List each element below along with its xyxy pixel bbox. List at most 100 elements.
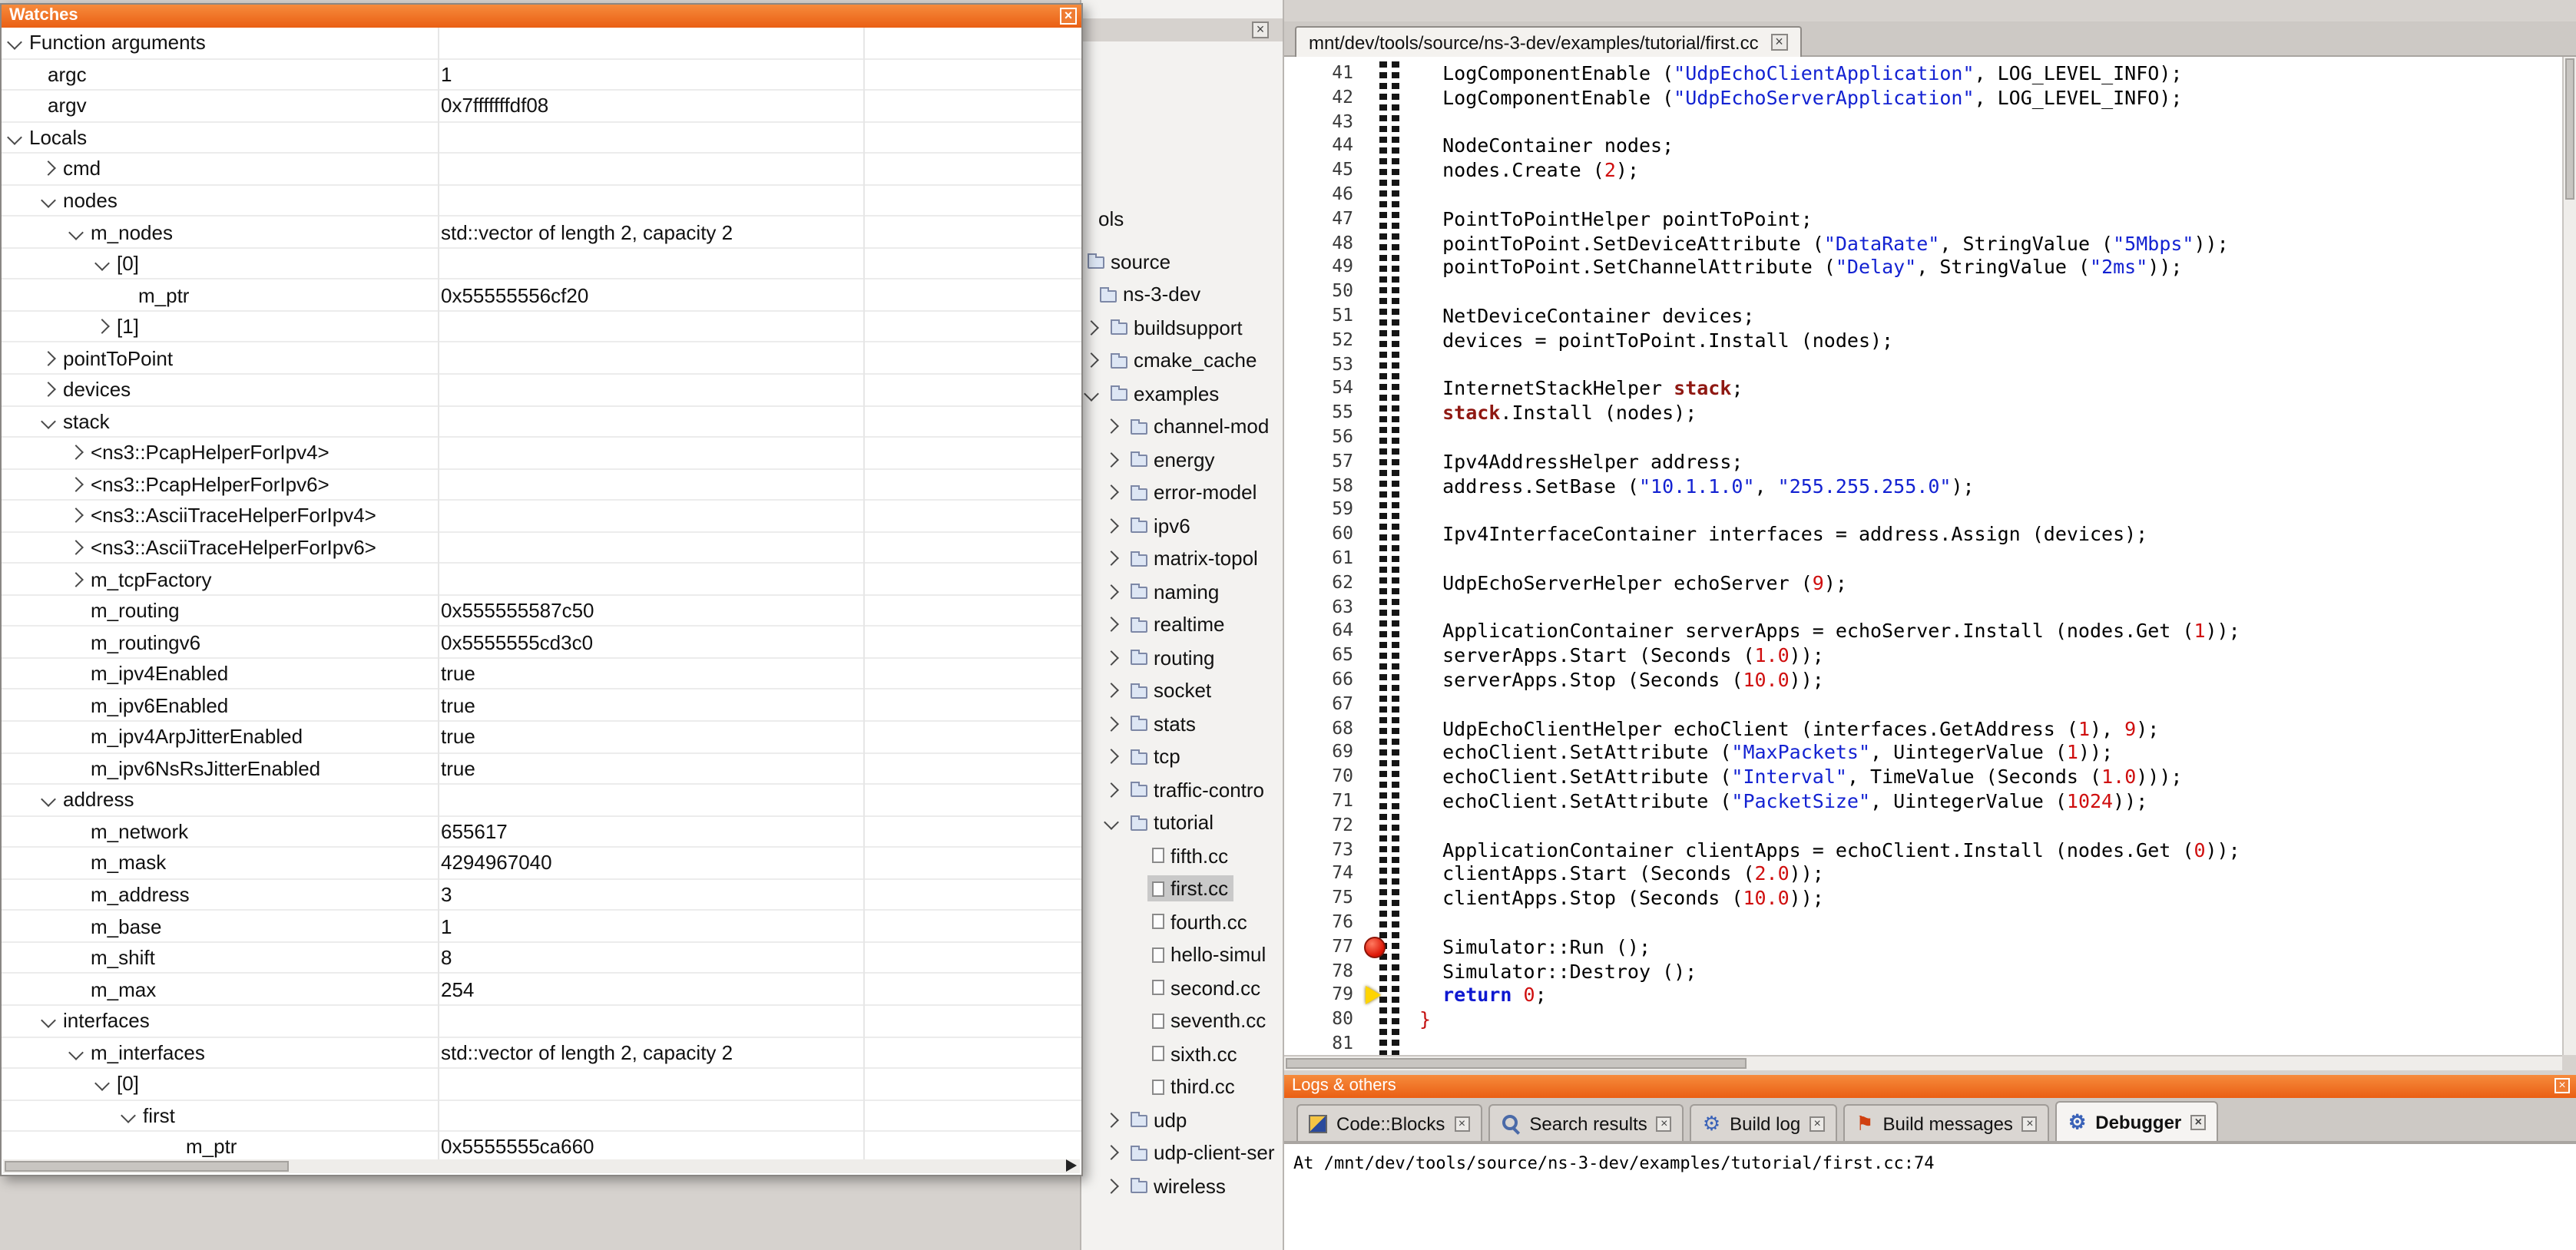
tree-item[interactable]: udp — [1081, 1104, 1283, 1135]
watch-row[interactable]: m_nodesstd::vector of length 2, capacity… — [2, 217, 1081, 249]
line-number[interactable]: 60 — [1284, 522, 1364, 547]
code-line[interactable]: 62 UdpEchoServerHelper echoServer (9); — [1284, 571, 2562, 596]
tree-item[interactable]: third.cc — [1081, 1071, 1283, 1102]
line-number[interactable]: 46 — [1284, 183, 1364, 207]
chevron-down-icon[interactable] — [1084, 385, 1099, 401]
editor-vertical-scrollbar[interactable] — [2562, 57, 2576, 1055]
chevron-right-icon[interactable] — [41, 161, 56, 177]
watch-row[interactable]: m_ipv6Enabledtrue — [2, 690, 1081, 722]
line-number[interactable]: 74 — [1284, 862, 1364, 887]
line-number[interactable]: 56 — [1284, 425, 1364, 450]
chevron-down-icon[interactable] — [41, 414, 56, 429]
watch-row[interactable]: pointToPoint — [2, 343, 1081, 375]
watch-row[interactable]: m_interfacesstd::vector of length 2, cap… — [2, 1037, 1081, 1069]
code-line[interactable]: 68 UdpEchoClientHelper echoClient (inter… — [1284, 716, 2562, 741]
line-number[interactable]: 44 — [1284, 134, 1364, 159]
close-icon[interactable]: × — [1060, 8, 1077, 25]
tab-build-messages[interactable]: ⚑Build messages× — [1843, 1104, 2050, 1141]
line-number[interactable]: 58 — [1284, 474, 1364, 498]
close-icon[interactable]: × — [1657, 1116, 1672, 1131]
tree-item[interactable]: routing — [1081, 642, 1283, 673]
watch-row[interactable]: stack — [2, 406, 1081, 438]
tree-item[interactable]: buildsupport — [1081, 312, 1283, 342]
code-line[interactable]: 63 — [1284, 595, 2562, 620]
code-line[interactable]: 72 — [1284, 814, 2562, 838]
line-number[interactable]: 77 — [1284, 935, 1364, 960]
tree-item[interactable]: stats — [1081, 708, 1283, 739]
watch-row[interactable]: m_routing0x555555587c50 — [2, 596, 1081, 627]
chevron-right-icon[interactable] — [1104, 484, 1119, 500]
code-line[interactable]: 66 serverApps.Stop (Seconds (10.0)); — [1284, 668, 2562, 693]
line-number[interactable]: 64 — [1284, 620, 1364, 644]
tab-debugger[interactable]: ⚙Debugger× — [2056, 1101, 2218, 1141]
line-number[interactable]: 70 — [1284, 765, 1364, 789]
scrollbar-handle[interactable] — [2565, 58, 2574, 200]
code-line[interactable]: 47 PointToPointHelper pointToPoint; — [1284, 207, 2562, 232]
code-editor[interactable]: 41 LogComponentEnable ("UdpEchoClientApp… — [1284, 57, 2562, 1055]
line-number[interactable]: 73 — [1284, 838, 1364, 862]
chevron-down-icon[interactable] — [121, 1108, 136, 1123]
chevron-right-icon[interactable] — [1104, 716, 1119, 731]
line-number[interactable]: 57 — [1284, 450, 1364, 475]
watches-horizontal-scrollbar[interactable] — [3, 1159, 1080, 1173]
editor-horizontal-scrollbar[interactable] — [1284, 1055, 2562, 1070]
line-number[interactable]: 78 — [1284, 959, 1364, 984]
tree-item[interactable]: fifth.cc — [1081, 840, 1283, 871]
tree-item[interactable]: seventh.cc — [1081, 1005, 1283, 1036]
chevron-down-icon[interactable] — [94, 1076, 110, 1092]
chevron-right-icon[interactable] — [1084, 319, 1099, 335]
watch-row[interactable]: m_address3 — [2, 880, 1081, 911]
code-line[interactable]: 76 — [1284, 911, 2562, 935]
close-icon[interactable]: × — [1252, 21, 1269, 38]
tree-item[interactable]: tcp — [1081, 741, 1283, 772]
chevron-right-icon[interactable] — [1104, 1145, 1119, 1160]
watch-row[interactable]: m_max254 — [2, 974, 1081, 1006]
code-line[interactable]: 46 — [1284, 183, 2562, 207]
line-number[interactable]: 80 — [1284, 1007, 1364, 1032]
line-number[interactable]: 50 — [1284, 279, 1364, 304]
line-number[interactable]: 59 — [1284, 498, 1364, 523]
watch-row[interactable]: m_routingv60x5555555cd3c0 — [2, 627, 1081, 659]
chevron-down-icon[interactable] — [68, 224, 84, 240]
close-icon[interactable]: × — [2554, 1078, 2570, 1093]
tree-item[interactable]: socket — [1081, 675, 1283, 706]
chevron-down-icon[interactable] — [41, 193, 56, 208]
line-number[interactable]: 49 — [1284, 256, 1364, 280]
code-line[interactable]: 55 stack.Install (nodes); — [1284, 401, 2562, 425]
code-line[interactable]: 75 clientApps.Stop (Seconds (10.0)); — [1284, 886, 2562, 911]
chevron-right-icon[interactable] — [1104, 683, 1119, 698]
line-number[interactable]: 69 — [1284, 741, 1364, 766]
code-line[interactable]: 45 nodes.Create (2); — [1284, 158, 2562, 183]
editor-tab[interactable]: mnt/dev/tools/source/ns-3-dev/examples/t… — [1295, 26, 1802, 57]
tree-item[interactable]: udp-client-ser — [1081, 1137, 1283, 1168]
chevron-right-icon[interactable] — [68, 571, 84, 587]
watch-row[interactable]: <ns3::AsciiTraceHelperForIpv4> — [2, 501, 1081, 532]
line-number[interactable]: 62 — [1284, 571, 1364, 596]
code-line[interactable]: 67 — [1284, 693, 2562, 717]
code-line[interactable]: 52 devices = pointToPoint.Install (nodes… — [1284, 329, 2562, 353]
code-line[interactable]: 54 InternetStackHelper stack; — [1284, 377, 2562, 402]
watch-row[interactable]: m_ptr0x55555556cf20 — [2, 280, 1081, 312]
line-number[interactable]: 67 — [1284, 693, 1364, 717]
close-icon[interactable]: × — [2022, 1116, 2038, 1131]
chevron-right-icon[interactable] — [68, 508, 84, 524]
tree-item[interactable]: naming — [1081, 576, 1283, 607]
line-number[interactable]: 63 — [1284, 595, 1364, 620]
tab-build-log[interactable]: ⚙Build log× — [1690, 1104, 1837, 1141]
line-number[interactable]: 68 — [1284, 716, 1364, 741]
line-number[interactable]: 41 — [1284, 61, 1364, 86]
code-line[interactable]: 44 NodeContainer nodes; — [1284, 134, 2562, 159]
tree-item[interactable]: traffic-contro — [1081, 774, 1283, 805]
tree-item[interactable]: first.cc — [1081, 873, 1283, 904]
line-number[interactable]: 76 — [1284, 911, 1364, 935]
tree-item[interactable]: examples — [1081, 378, 1283, 408]
line-number[interactable]: 52 — [1284, 329, 1364, 353]
tree-item[interactable]: fourth.cc — [1081, 906, 1283, 937]
code-line[interactable]: 69 echoClient.SetAttribute ("MaxPackets"… — [1284, 741, 2562, 766]
watch-row[interactable]: Function arguments — [2, 28, 1081, 59]
code-line[interactable]: 64 ApplicationContainer serverApps = ech… — [1284, 620, 2562, 644]
watch-row[interactable]: <ns3::PcapHelperForIpv4> — [2, 438, 1081, 469]
line-number[interactable]: 43 — [1284, 110, 1364, 134]
tree-item[interactable]: hello-simul — [1081, 939, 1283, 970]
code-line[interactable]: 81 — [1284, 1032, 2562, 1055]
